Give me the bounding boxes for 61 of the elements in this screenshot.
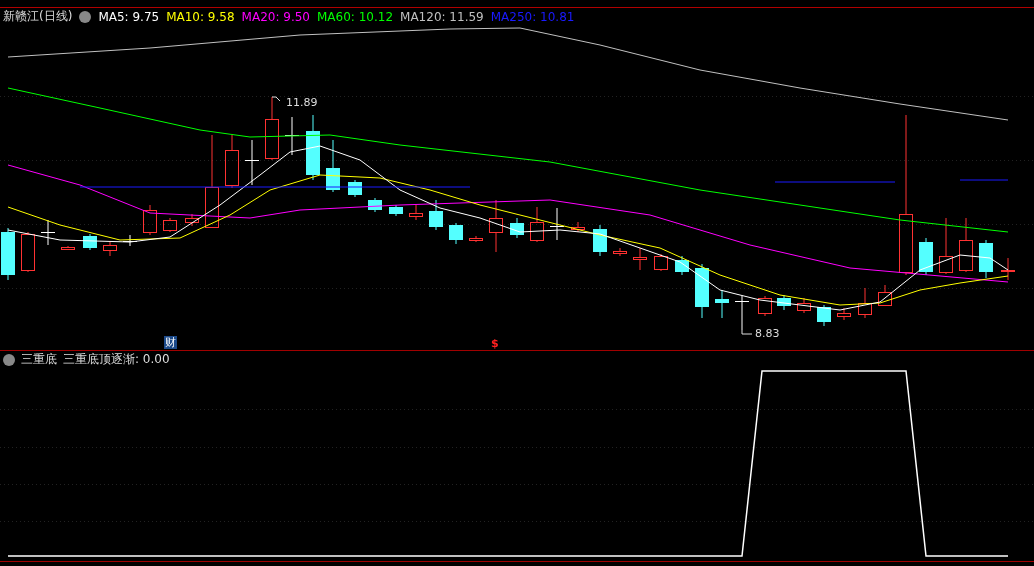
candlestick <box>633 247 647 271</box>
candlestick <box>734 295 750 331</box>
candlestick <box>979 239 993 279</box>
candlestick <box>61 245 75 251</box>
high-price-label: 11.89 <box>286 96 318 109</box>
candlestick <box>103 241 117 257</box>
indicator-value: 三重底顶逐渐: 0.00 <box>63 351 170 368</box>
candlestick <box>549 207 565 241</box>
candlestick <box>1 227 15 281</box>
candlestick <box>571 221 585 233</box>
finance-marker[interactable]: 财 <box>164 336 177 349</box>
candlestick <box>306 114 320 181</box>
candlestick <box>613 247 627 257</box>
candlestick <box>225 134 239 189</box>
candlestick <box>185 213 199 227</box>
candlestick <box>429 199 443 231</box>
candlestick <box>878 284 892 307</box>
candlestick <box>143 204 157 236</box>
candlestick <box>21 231 35 273</box>
moving-average-value: MA60: 10.12 <box>317 9 394 24</box>
candlestick <box>409 204 423 221</box>
candlestick <box>368 197 382 213</box>
candlestick <box>469 235 483 243</box>
candlestick <box>858 287 872 319</box>
candlestick <box>797 297 811 314</box>
candlestick <box>1001 257 1015 281</box>
moving-average-value: MA120: 11.59 <box>400 9 484 24</box>
candlestick <box>163 217 177 233</box>
indicator-name: 三重底 <box>21 351 57 368</box>
moving-average-value: MA10: 9.58 <box>166 9 235 24</box>
candlestick <box>758 295 772 317</box>
leader-line <box>271 96 281 102</box>
candlestick <box>530 206 544 243</box>
leader-line <box>741 329 753 335</box>
candlestick <box>919 237 933 276</box>
candlestick <box>265 96 279 161</box>
dollar-marker[interactable]: $ <box>491 337 499 350</box>
moving-average-value: MA250: 10.81 <box>490 9 575 24</box>
candlestick <box>593 224 607 257</box>
low-price-label: 8.83 <box>755 327 780 340</box>
dropdown-icon[interactable] <box>3 353 15 366</box>
candlestick <box>40 219 56 246</box>
candlestick <box>939 217 953 275</box>
moving-average-value: MA20: 9.50 <box>241 9 310 24</box>
candlestick <box>817 304 831 327</box>
candlestick <box>489 199 503 253</box>
candlestick <box>837 307 851 321</box>
candlestick <box>654 253 668 272</box>
candlestick <box>777 294 791 311</box>
chart-title: 新赣江(日线) <box>3 8 73 25</box>
candlestick <box>244 139 260 186</box>
candlestick <box>326 139 340 193</box>
candlestick <box>695 263 709 319</box>
moving-average-value: MA5: 9.75 <box>98 9 160 24</box>
candlestick <box>715 289 729 319</box>
candlestick <box>959 217 973 273</box>
candlestick <box>675 255 689 276</box>
dropdown-icon[interactable] <box>79 10 92 23</box>
candlestick <box>449 222 463 245</box>
candlestick <box>389 204 403 217</box>
candlestick <box>510 217 524 239</box>
